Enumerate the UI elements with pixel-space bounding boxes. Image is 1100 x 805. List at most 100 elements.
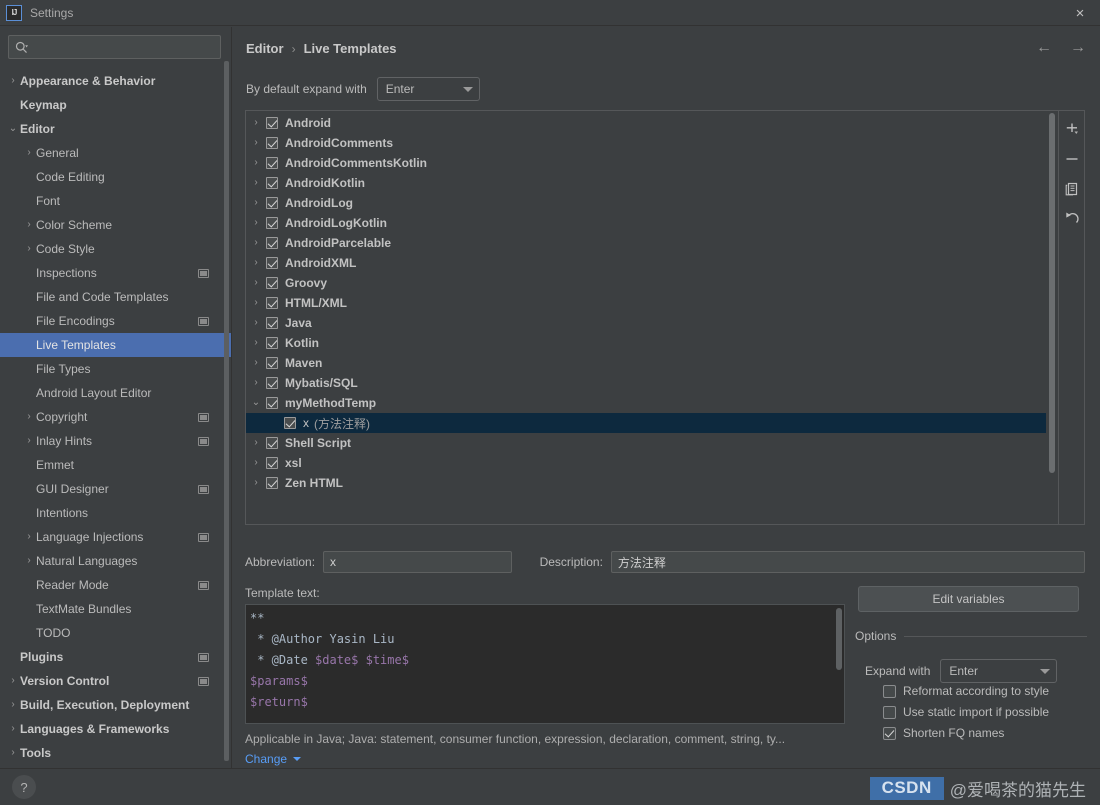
sidebar-item-appearance-behavior[interactable]: › Appearance & Behavior [0,69,231,93]
template-row[interactable]: › AndroidLog [246,193,1058,213]
chevron-right-icon[interactable]: › [22,412,36,422]
template-checkbox[interactable] [266,457,278,469]
chevron-right-icon[interactable]: › [6,76,20,86]
sidebar-item-file-encodings[interactable]: File Encodings [0,309,231,333]
template-checkbox[interactable] [284,417,296,429]
chevron-down-icon[interactable]: ⌄ [246,398,266,408]
abbreviation-input[interactable] [323,551,512,573]
template-checkbox[interactable] [266,257,278,269]
sidebar-item-live-templates[interactable]: Live Templates [0,333,231,357]
chevron-right-icon[interactable]: › [246,378,266,388]
forward-arrow-icon[interactable]: → [1070,40,1086,56]
sidebar-item-languages-frameworks[interactable]: › Languages & Frameworks [0,717,231,741]
chevron-right-icon[interactable]: › [246,198,266,208]
template-tree-scrollbar[interactable] [1046,111,1058,524]
chevron-right-icon[interactable]: › [6,676,20,686]
sidebar-item-plugins[interactable]: Plugins [0,645,231,669]
sidebar-item-inlay-hints[interactable]: › Inlay Hints [0,429,231,453]
option-use-static-import-if-possible[interactable]: Use static import if possible [883,705,1049,719]
checkbox[interactable] [883,726,896,740]
template-checkbox[interactable] [266,477,278,489]
checkbox[interactable] [883,684,896,698]
chevron-right-icon[interactable]: › [246,358,266,368]
template-row[interactable]: › AndroidComments [246,133,1058,153]
chevron-right-icon[interactable]: › [246,458,266,468]
sidebar-item-font[interactable]: Font [0,189,231,213]
sidebar-scrollbar[interactable] [224,61,229,761]
sidebar-item-copyright[interactable]: › Copyright [0,405,231,429]
template-row[interactable]: › Zen HTML [246,473,1058,493]
template-checkbox[interactable] [266,397,278,409]
sidebar-item-build-execution-deployment[interactable]: › Build, Execution, Deployment [0,693,231,717]
change-context-link[interactable]: Change [245,752,302,766]
chevron-right-icon[interactable]: › [246,298,266,308]
sidebar-item-code-style[interactable]: › Code Style [0,237,231,261]
restore-defaults-button[interactable] [1062,209,1082,229]
chevron-down-icon[interactable]: ⌄ [6,124,20,134]
template-row[interactable]: › AndroidXML [246,253,1058,273]
template-row[interactable]: › HTML/XML [246,293,1058,313]
sidebar-item-emmet[interactable]: Emmet [0,453,231,477]
chevron-right-icon[interactable]: › [22,556,36,566]
sidebar-item-reader-mode[interactable]: Reader Mode [0,573,231,597]
template-row[interactable]: › xsl [246,453,1058,473]
breadcrumb-parent[interactable]: Editor [246,41,284,56]
settings-search-box[interactable] [8,35,221,59]
remove-template-button[interactable] [1062,149,1082,169]
template-groups-tree[interactable]: › Android › AndroidComments › AndroidComments… [246,111,1058,524]
template-checkbox[interactable] [266,337,278,349]
chevron-right-icon[interactable]: › [246,438,266,448]
back-arrow-icon[interactable]: ← [1036,40,1052,56]
chevron-right-icon[interactable]: › [22,148,36,158]
template-text-content[interactable]: ** * @Author Yasin Liu * @Date $date$ $t… [246,605,844,713]
chevron-right-icon[interactable]: › [6,748,20,758]
template-text-scrollbar[interactable] [836,608,842,670]
help-button[interactable]: ? [12,775,36,799]
chevron-right-icon[interactable]: › [246,178,266,188]
template-checkbox[interactable] [266,177,278,189]
template-text-editor[interactable]: ** * @Author Yasin Liu * @Date $date$ $t… [245,604,845,724]
sidebar-item-general[interactable]: › General [0,141,231,165]
sidebar-item-natural-languages[interactable]: › Natural Languages [0,549,231,573]
option-shorten-fq-names[interactable]: Shorten FQ names [883,726,1004,740]
sidebar-item-color-scheme[interactable]: › Color Scheme [0,213,231,237]
template-row[interactable]: › Maven [246,353,1058,373]
chevron-right-icon[interactable]: › [246,118,266,128]
sidebar-item-file-types[interactable]: File Types [0,357,231,381]
sidebar-item-language-injections[interactable]: › Language Injections [0,525,231,549]
chevron-right-icon[interactable]: › [246,278,266,288]
chevron-right-icon[interactable]: › [246,478,266,488]
option-reformat-according-to-style[interactable]: Reformat according to style [883,684,1049,698]
default-expand-dropdown[interactable]: Enter [376,77,480,101]
chevron-right-icon[interactable]: › [246,138,266,148]
sidebar-item-todo[interactable]: TODO [0,621,231,645]
sidebar-item-intentions[interactable]: Intentions [0,501,231,525]
template-checkbox[interactable] [266,217,278,229]
template-checkbox[interactable] [266,297,278,309]
chevron-right-icon[interactable]: › [22,436,36,446]
chevron-right-icon[interactable]: › [246,158,266,168]
edit-variables-button[interactable]: Edit variables [858,586,1079,612]
template-row[interactable]: › Groovy [246,273,1058,293]
add-template-button[interactable] [1062,119,1082,139]
template-row[interactable]: › Mybatis/SQL [246,373,1058,393]
chevron-right-icon[interactable]: › [246,338,266,348]
template-checkbox[interactable] [266,197,278,209]
sidebar-item-android-layout-editor[interactable]: Android Layout Editor [0,381,231,405]
checkbox[interactable] [883,705,896,719]
template-row[interactable]: › Kotlin [246,333,1058,353]
template-checkbox[interactable] [266,377,278,389]
chevron-right-icon[interactable]: › [22,532,36,542]
template-row[interactable]: › Java [246,313,1058,333]
template-row[interactable]: › AndroidKotlin [246,173,1058,193]
chevron-right-icon[interactable]: › [6,700,20,710]
template-checkbox[interactable] [266,357,278,369]
sidebar-item-inspections[interactable]: Inspections [0,261,231,285]
chevron-right-icon[interactable]: › [22,244,36,254]
template-checkbox[interactable] [266,157,278,169]
template-checkbox[interactable] [266,237,278,249]
sidebar-item-gui-designer[interactable]: GUI Designer [0,477,231,501]
template-row[interactable]: › Android [246,113,1058,133]
chevron-right-icon[interactable]: › [6,724,20,734]
sidebar-item-version-control[interactable]: › Version Control [0,669,231,693]
